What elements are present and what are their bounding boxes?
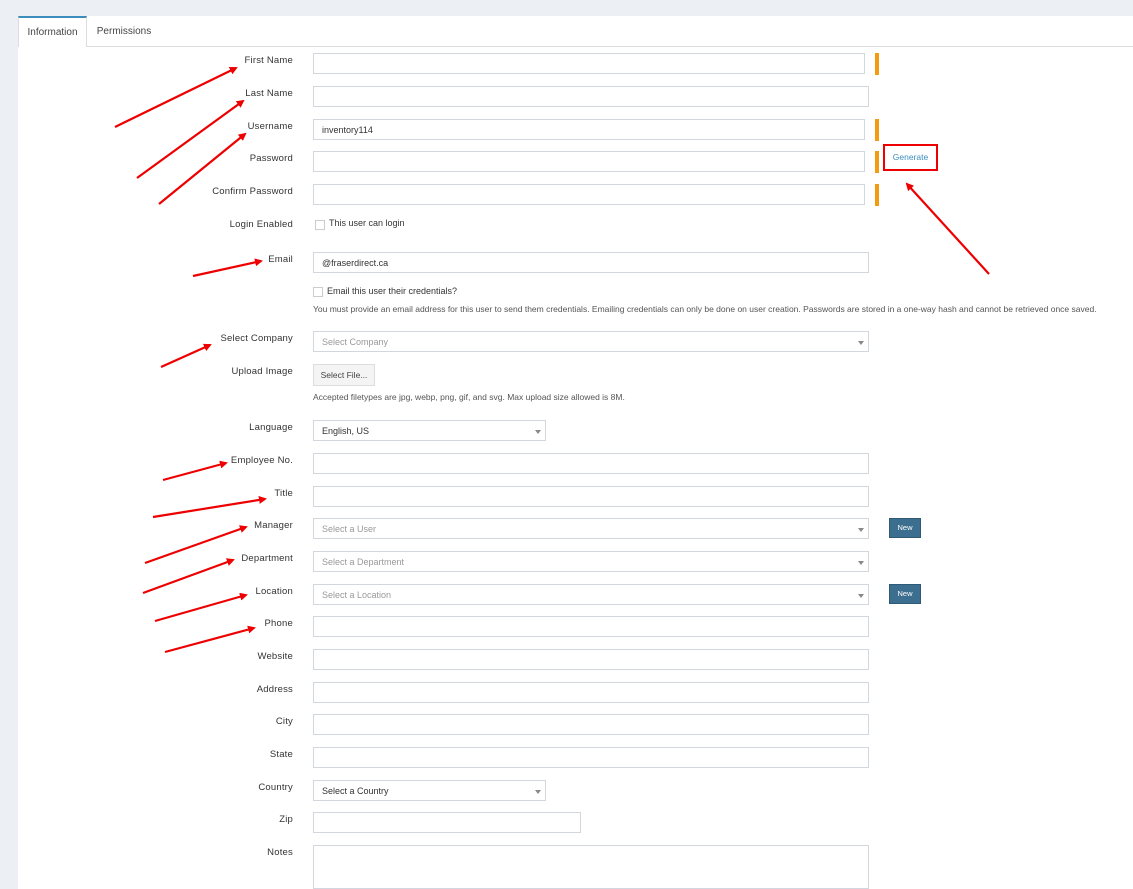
department-select-placeholder: Select a Department: [322, 557, 405, 567]
notes-label: Notes: [267, 847, 293, 858]
language-select[interactable]: English, US: [313, 420, 546, 441]
chevron-down-icon: [535, 790, 541, 794]
required-indicator: [875, 151, 879, 173]
city-input[interactable]: [313, 714, 869, 735]
company-label: Select Company: [220, 333, 293, 344]
first-name-input[interactable]: [313, 53, 865, 74]
website-input[interactable]: [313, 649, 869, 670]
new-location-button[interactable]: New: [889, 584, 921, 604]
confirm-password-input[interactable]: [313, 184, 865, 205]
location-select[interactable]: Select a Location: [313, 584, 869, 605]
username-label: Username: [247, 121, 293, 132]
title-input[interactable]: [313, 486, 869, 507]
email-credentials-checkbox[interactable]: [313, 287, 323, 297]
website-label: Website: [257, 651, 293, 662]
employee-no-label: Employee No.: [230, 455, 293, 466]
email-label: Email: [268, 254, 293, 265]
first-name-label: First Name: [244, 55, 293, 66]
country-select[interactable]: Select a Country: [313, 780, 546, 801]
zip-label: Zip: [279, 814, 293, 825]
department-label: Department: [241, 553, 293, 564]
generate-password-link[interactable]: Generate: [883, 144, 938, 171]
required-indicator: [875, 53, 879, 75]
email-input[interactable]: @fraserdirect.ca: [313, 252, 869, 273]
login-enabled-checkbox-label: This user can login: [329, 218, 405, 228]
company-select-placeholder: Select Company: [322, 337, 389, 347]
chevron-down-icon: [858, 594, 864, 598]
country-select-value: Select a Country: [322, 786, 389, 796]
email-help-text: You must provide an email address for th…: [313, 304, 1097, 314]
department-select[interactable]: Select a Department: [313, 551, 869, 572]
manager-select-placeholder: Select a User: [322, 524, 377, 534]
manager-label: Manager: [254, 520, 293, 531]
location-label: Location: [255, 586, 293, 597]
title-label: Title: [274, 488, 293, 499]
chevron-down-icon: [535, 430, 541, 434]
notes-textarea[interactable]: [313, 845, 869, 889]
phone-input[interactable]: [313, 616, 869, 637]
zip-input[interactable]: [313, 812, 581, 833]
address-label: Address: [256, 684, 293, 695]
new-manager-button[interactable]: New: [889, 518, 921, 538]
login-enabled-label: Login Enabled: [229, 219, 293, 230]
employee-no-input[interactable]: [313, 453, 869, 474]
phone-label: Phone: [264, 618, 293, 629]
tab-information[interactable]: Information: [18, 16, 87, 47]
required-indicator: [875, 184, 879, 206]
last-name-input[interactable]: [313, 86, 869, 107]
company-select[interactable]: Select Company: [313, 331, 869, 352]
confirm-password-label: Confirm Password: [212, 186, 293, 197]
city-label: City: [275, 716, 293, 727]
password-input[interactable]: [313, 151, 865, 172]
location-select-placeholder: Select a Location: [322, 590, 392, 600]
chevron-down-icon: [858, 341, 864, 345]
language-label: Language: [249, 422, 293, 433]
required-indicator: [875, 119, 879, 141]
last-name-label: Last Name: [245, 88, 293, 99]
upload-image-label: Upload Image: [231, 366, 293, 377]
login-enabled-checkbox[interactable]: [315, 220, 325, 230]
email-credentials-checkbox-label: Email this user their credentials?: [327, 286, 458, 296]
chevron-down-icon: [858, 561, 864, 565]
address-input[interactable]: [313, 682, 869, 703]
tab-bar: Information Permissions: [18, 16, 1133, 47]
password-label: Password: [249, 153, 293, 164]
language-select-value: English, US: [322, 426, 370, 436]
chevron-down-icon: [858, 528, 864, 532]
tab-permissions[interactable]: Permissions: [90, 16, 158, 46]
country-label: Country: [258, 782, 293, 793]
manager-select[interactable]: Select a User: [313, 518, 869, 539]
username-input[interactable]: inventory114: [313, 119, 865, 140]
upload-help-text: Accepted filetypes are jpg, webp, png, g…: [313, 392, 625, 402]
state-input[interactable]: [313, 747, 869, 768]
select-file-button[interactable]: Select File...: [313, 364, 375, 386]
state-label: State: [269, 749, 293, 760]
